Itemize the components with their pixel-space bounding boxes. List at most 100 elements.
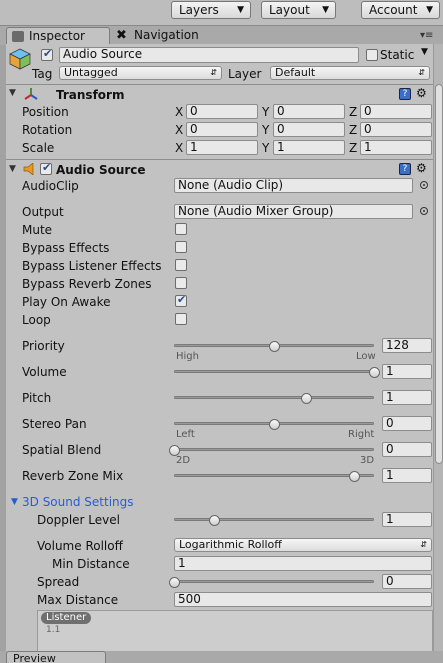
tag-label: Tag	[32, 67, 53, 81]
object-name-field[interactable]: Audio Source	[59, 47, 359, 63]
preview-tab[interactable]: Preview	[6, 651, 106, 663]
gear-icon[interactable]: ⚙	[416, 86, 427, 100]
volume-label: Volume	[22, 365, 67, 379]
reverb-zone-mix-slider-thumb[interactable]	[349, 471, 360, 482]
spatial-blend-2d-hint: 2D	[176, 455, 191, 466]
bypass-effects-label: Bypass Effects	[22, 241, 110, 255]
stereo-pan-slider-thumb[interactable]	[269, 419, 280, 430]
help-icon[interactable]: ?	[399, 163, 411, 175]
volume-rolloff-dropdown[interactable]: Logarithmic Rolloff ⇵	[174, 538, 432, 552]
axis-z-label: Z	[349, 123, 358, 137]
foldout-open-icon[interactable]: ▼	[9, 164, 16, 174]
spread-slider[interactable]	[174, 580, 374, 583]
bypass-listener-effects-checkbox[interactable]	[175, 259, 187, 271]
volume-field[interactable]: 1	[382, 364, 432, 379]
loop-checkbox[interactable]	[175, 313, 187, 325]
rotation-label: Rotation	[22, 123, 73, 137]
axis-z-label: Z	[349, 105, 358, 119]
bypass-reverb-zones-label: Bypass Reverb Zones	[22, 277, 152, 291]
spatial-blend-field[interactable]: 0	[382, 442, 432, 457]
play-on-awake-checkbox[interactable]	[175, 293, 187, 307]
rolloff-graph[interactable]: Listener 1.1	[37, 610, 433, 654]
reverb-zone-mix-slider[interactable]	[174, 474, 374, 477]
sound3d-foldout-label[interactable]: 3D Sound Settings	[22, 495, 134, 509]
foldout-open-icon[interactable]: ▼	[9, 88, 16, 98]
play-on-awake-label: Play On Awake	[22, 295, 111, 309]
rotation-y-field[interactable]: 0	[273, 122, 345, 137]
max-distance-field[interactable]: 500	[174, 592, 432, 607]
audio-source-header[interactable]: ▼ Audio Source ? ⚙	[6, 159, 433, 178]
pitch-slider[interactable]	[174, 396, 374, 399]
doppler-level-slider-thumb[interactable]	[209, 515, 220, 526]
speaker-icon	[23, 163, 34, 175]
layer-dropdown[interactable]: Default ⇵	[270, 66, 430, 80]
account-label: Account	[369, 3, 418, 17]
tab-navigation[interactable]: ✖ Navigation	[112, 27, 222, 45]
transform-header[interactable]: ▼ Transform ? ⚙	[6, 84, 433, 103]
static-dropdown-icon[interactable]: ▼	[421, 47, 428, 57]
spread-slider-thumb[interactable]	[169, 577, 180, 588]
axis-y-label: Y	[262, 123, 270, 137]
spatial-blend-3d-hint: 3D	[360, 455, 375, 466]
min-distance-field[interactable]: 1	[174, 556, 432, 571]
audioclip-field[interactable]: None (Audio Clip)	[174, 178, 413, 193]
toolbar: Layers ▼ Layout ▼ Account ▼	[0, 0, 443, 26]
bypass-effects-checkbox[interactable]	[175, 241, 187, 253]
tab-inspector-label: Inspector	[29, 29, 85, 43]
axis-z-label: Z	[349, 141, 358, 155]
audio-enabled-checkbox[interactable]	[40, 161, 52, 175]
tag-dropdown[interactable]: Untagged ⇵	[59, 66, 222, 80]
volume-slider-thumb[interactable]	[369, 367, 380, 378]
pitch-field[interactable]: 1	[382, 390, 432, 405]
doppler-level-slider[interactable]	[174, 518, 374, 521]
priority-slider-thumb[interactable]	[269, 341, 280, 352]
stereo-pan-field[interactable]: 0	[382, 416, 432, 431]
priority-label: Priority	[22, 339, 65, 353]
volume-slider[interactable]	[174, 370, 374, 373]
scrollbar[interactable]	[433, 44, 443, 654]
static-checkbox[interactable]	[366, 49, 378, 61]
account-dropdown[interactable]: Account ▼	[361, 1, 440, 19]
spatial-blend-slider[interactable]	[174, 448, 374, 451]
rotation-z-field[interactable]: 0	[360, 122, 432, 137]
scale-x-field[interactable]: 1	[186, 140, 258, 155]
object-picker-icon[interactable]	[420, 207, 428, 215]
scrollbar-thumb[interactable]	[435, 84, 443, 464]
layout-dropdown[interactable]: Layout ▼	[261, 1, 336, 19]
panel-menu-icon[interactable]: ▾≡	[420, 30, 433, 41]
scale-z-field[interactable]: 1	[360, 140, 432, 155]
inspector-panel: Audio Source Static ▼ Tag Untagged ⇵ Laye…	[6, 44, 433, 654]
layers-dropdown[interactable]: Layers ▼	[171, 1, 251, 19]
spatial-blend-label: Spatial Blend	[22, 443, 102, 457]
bypass-reverb-zones-checkbox[interactable]	[175, 277, 187, 289]
priority-low-hint: Low	[356, 351, 376, 362]
tab-inspector[interactable]: Inspector	[6, 27, 110, 45]
foldout-open-icon[interactable]: ▼	[11, 497, 18, 507]
stereo-pan-label: Stereo Pan	[22, 417, 87, 431]
audioclip-label: AudioClip	[22, 179, 79, 193]
reverb-zone-mix-field[interactable]: 1	[382, 468, 432, 483]
mute-checkbox[interactable]	[175, 223, 187, 235]
help-icon[interactable]: ?	[399, 88, 411, 100]
active-checkbox[interactable]	[41, 47, 53, 61]
stereo-pan-right-hint: Right	[348, 429, 375, 440]
doppler-level-field[interactable]: 1	[382, 512, 432, 527]
pitch-label: Pitch	[22, 391, 52, 405]
position-x-field[interactable]: 0	[186, 104, 258, 119]
rotation-x-field[interactable]: 0	[186, 122, 258, 137]
priority-field[interactable]: 128	[382, 338, 432, 353]
priority-high-hint: High	[176, 351, 199, 362]
loop-label: Loop	[22, 313, 51, 327]
tab-navigation-label: Navigation	[134, 28, 199, 42]
position-y-field[interactable]: 0	[273, 104, 345, 119]
object-picker-icon[interactable]	[420, 181, 428, 189]
spread-field[interactable]: 0	[382, 574, 432, 589]
scale-y-field[interactable]: 1	[273, 140, 345, 155]
tag-value: Untagged	[64, 66, 118, 79]
axis-x-label: X	[175, 141, 184, 155]
gear-icon[interactable]: ⚙	[416, 161, 427, 175]
inspector-icon	[12, 31, 24, 42]
position-z-field[interactable]: 0	[360, 104, 432, 119]
pitch-slider-thumb[interactable]	[301, 393, 312, 404]
output-field[interactable]: None (Audio Mixer Group)	[174, 204, 413, 219]
